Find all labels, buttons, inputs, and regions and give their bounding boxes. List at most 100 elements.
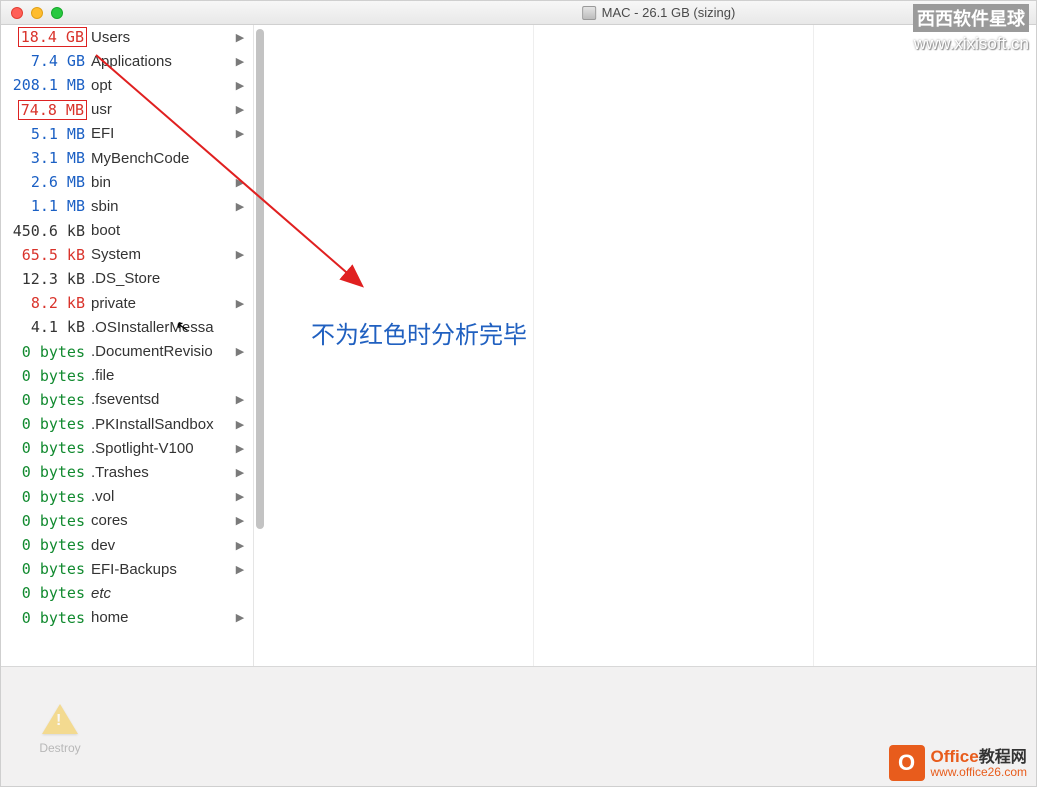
file-list[interactable]: 18.4 GBUsers▶7.4 GBApplications▶208.1 MB… <box>1 25 253 666</box>
chevron-right-icon: ▶ <box>235 418 245 431</box>
size-value: 0 bytes <box>1 512 91 530</box>
size-value: 0 bytes <box>1 391 91 409</box>
item-name: boot <box>91 222 235 239</box>
item-name: .OSInstallerMessa <box>91 319 235 336</box>
size-value: 65.5 kB <box>1 246 91 264</box>
list-item[interactable]: 18.4 GBUsers▶ <box>1 25 253 49</box>
item-name: System <box>91 246 235 263</box>
list-item[interactable]: 74.8 MBusr▶ <box>1 98 253 122</box>
size-value: 0 bytes <box>1 536 91 554</box>
item-name: .PKInstallSandbox <box>91 416 235 433</box>
chevron-right-icon: ▶ <box>235 297 245 310</box>
size-value: 4.1 kB <box>1 318 91 336</box>
list-item[interactable]: 7.4 GBApplications▶ <box>1 49 253 73</box>
list-item[interactable]: 450.6 kBboot <box>1 219 253 243</box>
minimize-button[interactable] <box>31 7 43 19</box>
size-value: 0 bytes <box>1 463 91 481</box>
list-item[interactable]: 0 bytesetc <box>1 581 253 605</box>
list-item[interactable]: 12.3 kB.DS_Store <box>1 267 253 291</box>
titlebar: MAC - 26.1 GB (sizing) <box>1 1 1036 25</box>
size-value: 0 bytes <box>1 584 91 602</box>
file-column-3 <box>534 25 814 666</box>
chevron-right-icon: ▶ <box>235 490 245 503</box>
size-value: 0 bytes <box>1 439 91 457</box>
chevron-right-icon: ▶ <box>235 127 245 140</box>
list-item[interactable]: 65.5 kBSystem▶ <box>1 243 253 267</box>
list-item[interactable]: 0 bytes.PKInstallSandbox▶ <box>1 412 253 436</box>
chevron-right-icon: ▶ <box>235 200 245 213</box>
close-button[interactable] <box>11 7 23 19</box>
item-name: private <box>91 295 235 312</box>
size-value: 450.6 kB <box>1 222 91 240</box>
list-item[interactable]: 1.1 MBsbin▶ <box>1 194 253 218</box>
list-item[interactable]: 0 bytes.Trashes▶ <box>1 460 253 484</box>
item-name: .vol <box>91 488 235 505</box>
item-name: .Spotlight-V100 <box>91 440 235 457</box>
size-value: 208.1 MB <box>1 76 91 94</box>
size-value: 7.4 GB <box>1 52 91 70</box>
chevron-right-icon: ▶ <box>235 466 245 479</box>
item-name: dev <box>91 537 235 554</box>
traffic-lights <box>1 7 63 19</box>
size-value: 12.3 kB <box>1 270 91 288</box>
list-item[interactable]: 0 bytesdev▶ <box>1 533 253 557</box>
item-name: .fseventsd <box>91 391 235 408</box>
chevron-right-icon: ▶ <box>235 345 245 358</box>
item-name: .Trashes <box>91 464 235 481</box>
app-window: MAC - 26.1 GB (sizing) 18.4 GBUsers▶7.4 … <box>0 0 1037 787</box>
chevron-right-icon: ▶ <box>235 442 245 455</box>
file-column-1: 18.4 GBUsers▶7.4 GBApplications▶208.1 MB… <box>1 25 254 666</box>
chevron-right-icon: ▶ <box>235 248 245 261</box>
size-value: 0 bytes <box>1 560 91 578</box>
item-name: usr <box>91 101 235 118</box>
chevron-right-icon: ▶ <box>235 514 245 527</box>
item-name: Applications <box>91 53 235 70</box>
chevron-right-icon: ▶ <box>235 103 245 116</box>
content-area: 18.4 GBUsers▶7.4 GBApplications▶208.1 MB… <box>1 25 1036 666</box>
size-value: 2.6 MB <box>1 173 91 191</box>
zoom-button[interactable] <box>51 7 63 19</box>
scrollbar[interactable] <box>253 25 267 666</box>
disk-icon <box>582 6 596 20</box>
item-name: .DS_Store <box>91 270 235 287</box>
list-item[interactable]: 0 bytes.DocumentRevisio▶ <box>1 339 253 363</box>
item-name: EFI-Backups <box>91 561 235 578</box>
item-name: opt <box>91 77 235 94</box>
list-item[interactable]: 0 bytes.Spotlight-V100▶ <box>1 436 253 460</box>
list-item[interactable]: 0 bytes.fseventsd▶ <box>1 388 253 412</box>
list-item[interactable]: 0 byteshome▶ <box>1 606 253 630</box>
list-item[interactable]: 5.1 MBEFI▶ <box>1 122 253 146</box>
size-value: 0 bytes <box>1 415 91 433</box>
item-name: bin <box>91 174 235 191</box>
list-item[interactable]: 4.1 kB.OSInstallerMessa <box>1 315 253 339</box>
chevron-right-icon: ▶ <box>235 55 245 68</box>
list-item[interactable]: 0 bytescores▶ <box>1 509 253 533</box>
item-name: EFI <box>91 125 235 142</box>
scroll-thumb[interactable] <box>256 29 264 529</box>
size-value: 0 bytes <box>1 367 91 385</box>
list-item[interactable]: 2.6 MBbin▶ <box>1 170 253 194</box>
list-item[interactable]: 0 bytes.file <box>1 364 253 388</box>
size-value: 0 bytes <box>1 609 91 627</box>
chevron-right-icon: ▶ <box>235 79 245 92</box>
size-value: 8.2 kB <box>1 294 91 312</box>
size-value: 74.8 MB <box>18 100 87 120</box>
item-name: MyBenchCode <box>91 150 235 167</box>
item-name: .file <box>91 367 235 384</box>
chevron-right-icon: ▶ <box>235 31 245 44</box>
chevron-right-icon: ▶ <box>235 563 245 576</box>
size-value: 5.1 MB <box>1 125 91 143</box>
list-item[interactable]: 208.1 MBopt▶ <box>1 73 253 97</box>
list-item[interactable]: 0 bytes.vol▶ <box>1 485 253 509</box>
item-name: cores <box>91 512 235 529</box>
list-item[interactable]: 8.2 kBprivate▶ <box>1 291 253 315</box>
item-name: sbin <box>91 198 235 215</box>
destroy-button[interactable]: Destroy <box>29 699 91 755</box>
size-value: 18.4 GB <box>18 27 87 47</box>
size-value: 0 bytes <box>1 488 91 506</box>
list-item[interactable]: 3.1 MBMyBenchCode <box>1 146 253 170</box>
list-item[interactable]: 0 bytesEFI-Backups▶ <box>1 557 253 581</box>
chevron-right-icon: ▶ <box>235 176 245 189</box>
annotation-text: 不为红色时分析完毕 <box>311 315 527 350</box>
item-name: .DocumentRevisio <box>91 343 235 360</box>
